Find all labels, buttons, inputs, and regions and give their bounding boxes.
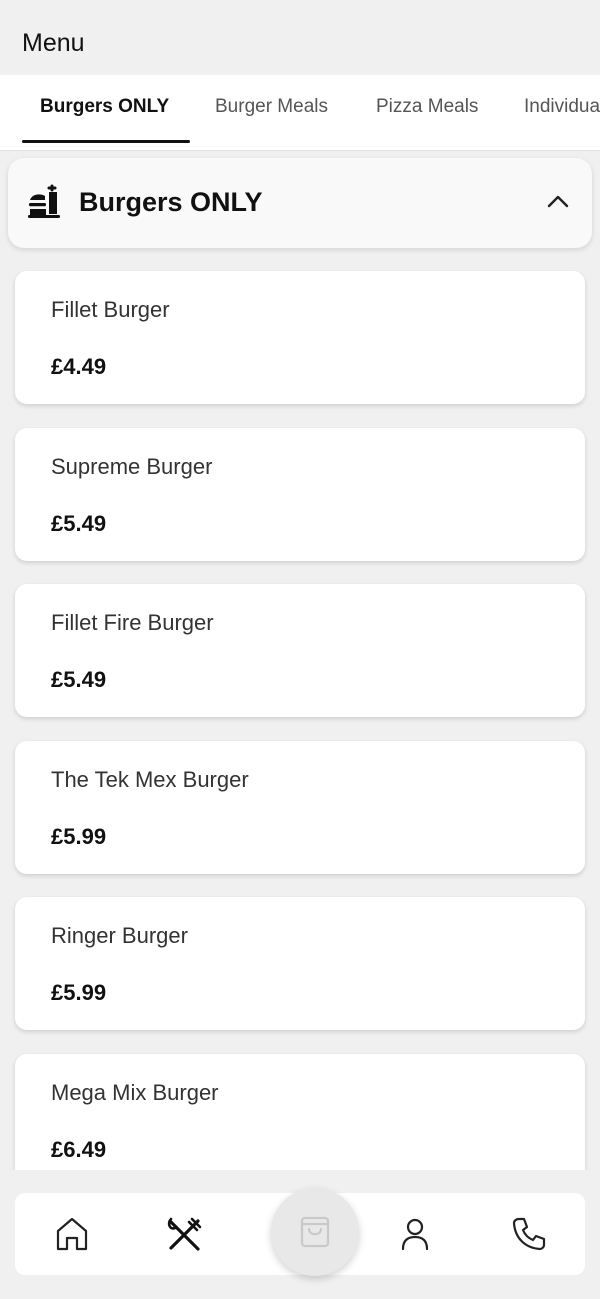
item-price: £5.99 bbox=[51, 980, 107, 1005]
menu-item-card[interactable]: Supreme Burger £5.49 bbox=[15, 428, 585, 561]
tab-burger-meals[interactable]: Burger Meals bbox=[215, 75, 328, 150]
menu-item-card[interactable]: Fillet Burger £4.49 bbox=[15, 271, 585, 404]
item-name: Fillet Burger bbox=[51, 297, 170, 322]
item-price: £5.49 bbox=[51, 511, 107, 536]
page-title: Menu bbox=[22, 29, 85, 57]
item-name: Ringer Burger bbox=[51, 923, 188, 948]
menu-item-card[interactable]: Ringer Burger £5.99 bbox=[15, 897, 585, 1030]
section-title: Burgers ONLY bbox=[79, 187, 263, 217]
phone-icon[interactable] bbox=[508, 1214, 548, 1254]
food-tray-icon bbox=[28, 184, 64, 220]
menu-item-card[interactable]: The Tek Mex Burger £5.99 bbox=[15, 741, 585, 874]
category-tabs: Burgers ONLY Burger Meals Pizza Meals In… bbox=[0, 75, 600, 151]
item-name: The Tek Mex Burger bbox=[51, 767, 249, 792]
home-icon[interactable] bbox=[52, 1214, 92, 1254]
item-name: Mega Mix Burger bbox=[51, 1080, 219, 1105]
menu-item-card[interactable]: Mega Mix Burger £6.49 bbox=[15, 1054, 585, 1170]
bottom-navigation bbox=[15, 1188, 585, 1276]
user-icon[interactable] bbox=[395, 1214, 435, 1254]
chevron-up-icon[interactable] bbox=[542, 186, 574, 218]
bottom-navigation-area bbox=[0, 1170, 600, 1299]
section-header[interactable]: Burgers ONLY bbox=[8, 158, 592, 248]
shopping-bag-icon bbox=[300, 1216, 330, 1248]
cart-button[interactable] bbox=[271, 1188, 359, 1276]
active-tab-indicator bbox=[22, 140, 190, 143]
item-price: £4.49 bbox=[51, 354, 107, 379]
tab-individual[interactable]: Individua bbox=[524, 75, 600, 150]
item-name: Fillet Fire Burger bbox=[51, 610, 214, 635]
item-price: £6.49 bbox=[51, 1137, 107, 1162]
tab-pizza-meals[interactable]: Pizza Meals bbox=[376, 75, 478, 150]
utensils-icon[interactable] bbox=[165, 1214, 205, 1254]
item-price: £5.49 bbox=[51, 667, 107, 692]
menu-item-card[interactable]: Fillet Fire Burger £5.49 bbox=[15, 584, 585, 717]
item-name: Supreme Burger bbox=[51, 454, 213, 479]
menu-item-list: Fillet Burger £4.49 Supreme Burger £5.49… bbox=[0, 258, 600, 1170]
item-price: £5.99 bbox=[51, 824, 107, 849]
status-area-partial bbox=[0, 0, 600, 8]
tab-burgers-only[interactable]: Burgers ONLY bbox=[40, 75, 169, 150]
